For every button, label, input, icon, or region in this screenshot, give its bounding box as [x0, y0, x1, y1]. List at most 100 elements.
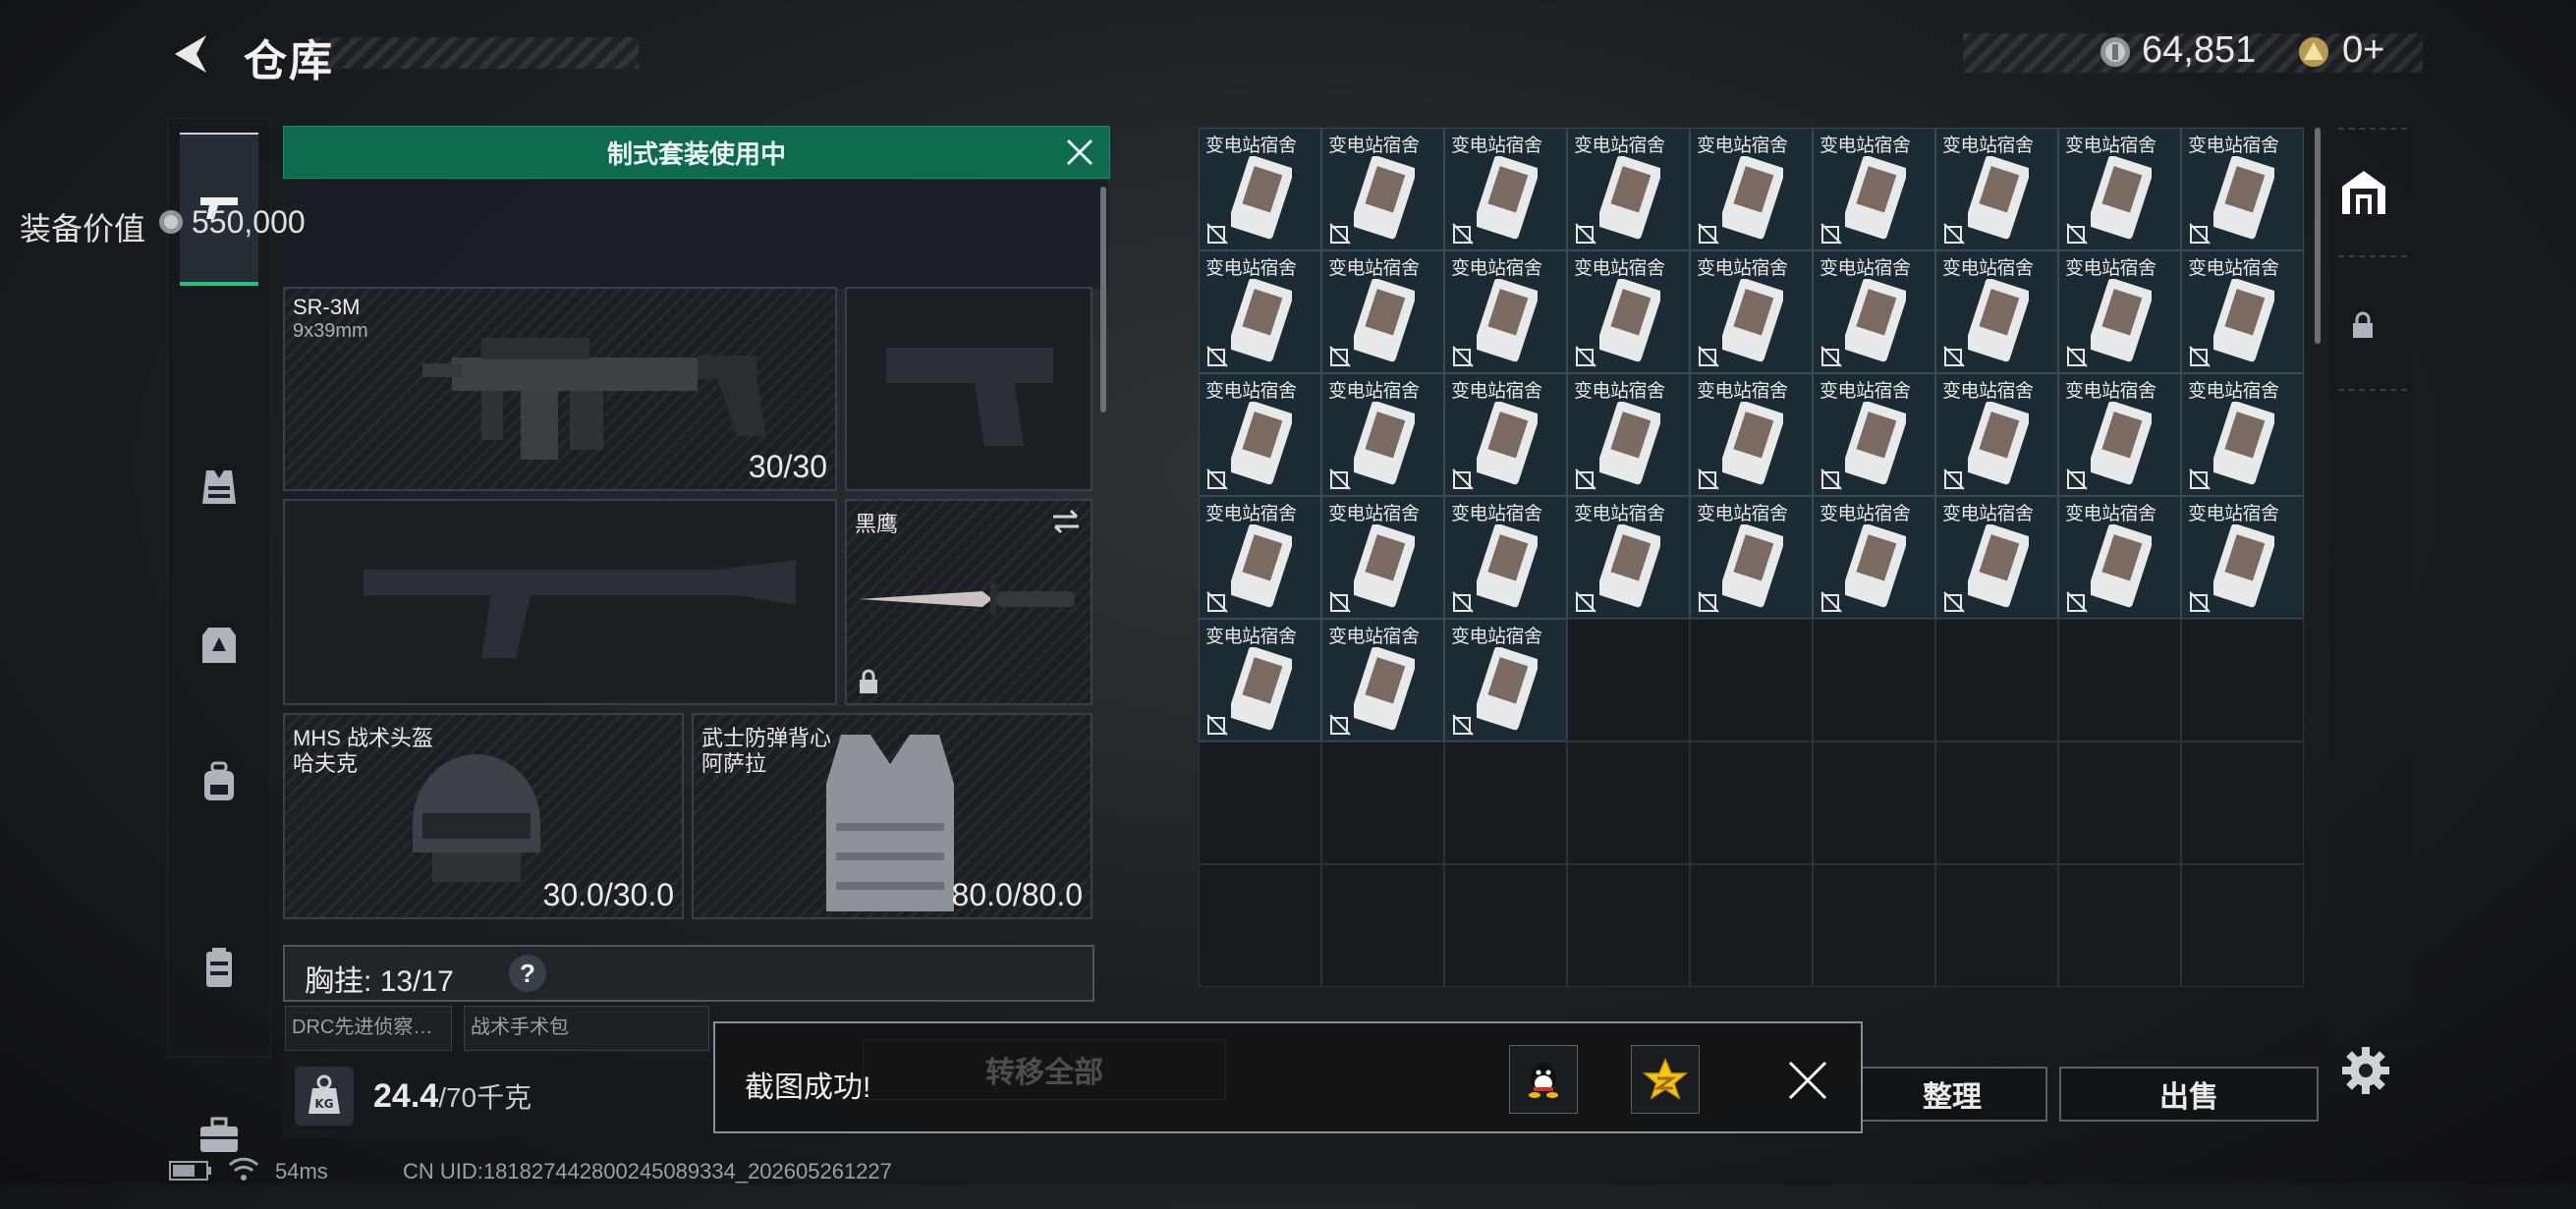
- nav-armor[interactable]: [180, 571, 258, 718]
- stash-item[interactable]: 变电站宿舍: [1813, 250, 1935, 373]
- stash-item[interactable]: 变电站宿舍: [1444, 496, 1567, 619]
- stash-item[interactable]: 变电站宿舍: [1444, 619, 1567, 742]
- stash-item[interactable]: 变电站宿舍: [1567, 373, 1690, 496]
- stash-item[interactable]: 变电站宿舍: [2058, 496, 2181, 619]
- stash-item[interactable]: 变电站宿舍: [1321, 373, 1444, 496]
- gear-icon[interactable]: [2338, 1043, 2393, 1098]
- nav-toolbox[interactable]: [180, 1062, 258, 1209]
- stash-empty-cell[interactable]: [2058, 864, 2181, 987]
- stash-empty-cell[interactable]: [1690, 864, 1813, 987]
- armor-slot[interactable]: 武士防弹背心 阿萨拉 80.0/80.0: [692, 713, 1092, 919]
- stash-empty-cell[interactable]: [1813, 742, 1935, 864]
- stash-empty-cell[interactable]: [1321, 864, 1444, 987]
- stash-empty-cell[interactable]: [1813, 864, 1935, 987]
- chest-rig-row[interactable]: 胸挂: 13/17 ?: [283, 945, 1094, 1002]
- stash-item[interactable]: 变电站宿舍: [1690, 250, 1813, 373]
- stash-tab-icon[interactable]: [2336, 165, 2391, 220]
- swap-icon[interactable]: [1049, 507, 1083, 536]
- stash-scrollbar[interactable]: [2315, 128, 2321, 344]
- primary-weapon-slot[interactable]: SR-3M 9x39mm 30/30: [283, 287, 837, 491]
- stash-empty-cell[interactable]: [1567, 742, 1690, 864]
- back-arrow-icon[interactable]: [167, 29, 216, 79]
- nav-case[interactable]: [180, 895, 258, 1042]
- stash-empty-cell[interactable]: [1935, 864, 2058, 987]
- stash-item[interactable]: 变电站宿舍: [1444, 128, 1567, 250]
- stash-empty-cell[interactable]: [1199, 864, 1321, 987]
- stash-empty-cell[interactable]: [1444, 742, 1567, 864]
- stash-empty-cell[interactable]: [2058, 619, 2181, 742]
- rig-item[interactable]: 战术手术包: [464, 1006, 709, 1051]
- keycard-icon: [1722, 156, 1783, 240]
- stash-item[interactable]: 变电站宿舍: [2181, 250, 2304, 373]
- stash-item[interactable]: 变电站宿舍: [1813, 496, 1935, 619]
- item-name: 变电站宿舍: [2065, 504, 2156, 524]
- stash-item[interactable]: 变电站宿舍: [1199, 619, 1321, 742]
- stash-empty-cell[interactable]: [1935, 619, 2058, 742]
- item-name: 变电站宿舍: [1574, 136, 1665, 156]
- nav-backpack[interactable]: [180, 708, 258, 855]
- stash-empty-cell[interactable]: [1935, 742, 2058, 864]
- stash-empty-cell[interactable]: [1567, 619, 1690, 742]
- loadout-scrollbar[interactable]: [1100, 187, 1106, 412]
- stash-item[interactable]: 变电站宿舍: [1199, 496, 1321, 619]
- melee-slot[interactable]: 黑鹰: [845, 499, 1092, 705]
- locked-tab-icon[interactable]: [2350, 310, 2376, 340]
- stash-empty-cell[interactable]: [1567, 864, 1690, 987]
- gold-add-button[interactable]: +: [2363, 29, 2384, 71]
- stash-item[interactable]: 变电站宿舍: [1935, 250, 2058, 373]
- stash-item[interactable]: 变电站宿舍: [2181, 373, 2304, 496]
- stash-item[interactable]: 变电站宿舍: [1321, 250, 1444, 373]
- share-qzone-button[interactable]: [1631, 1045, 1700, 1114]
- stash-empty-cell[interactable]: [1813, 619, 1935, 742]
- stash-item[interactable]: 变电站宿舍: [1199, 373, 1321, 496]
- rig-item[interactable]: DRC先进侦察…: [285, 1006, 452, 1051]
- stash-item[interactable]: 变电站宿舍: [1813, 373, 1935, 496]
- stash-item[interactable]: 变电站宿舍: [1935, 128, 2058, 250]
- close-icon[interactable]: [1064, 137, 1095, 168]
- stash-item[interactable]: 变电站宿舍: [1321, 128, 1444, 250]
- stash-empty-cell[interactable]: [1690, 619, 1813, 742]
- sort-button[interactable]: 整理: [1857, 1067, 2047, 1122]
- stash-empty-cell[interactable]: [1321, 742, 1444, 864]
- help-button[interactable]: ?: [509, 955, 546, 992]
- share-qq-button[interactable]: [1509, 1045, 1578, 1114]
- screenshot-toast: 转移全部 截图成功!: [713, 1021, 1863, 1133]
- sell-button[interactable]: 出售: [2059, 1067, 2319, 1122]
- stash-item[interactable]: 变电站宿舍: [1935, 496, 2058, 619]
- stash-item[interactable]: 变电站宿舍: [1321, 496, 1444, 619]
- stash-empty-cell[interactable]: [1199, 742, 1321, 864]
- stash-item[interactable]: 变电站宿舍: [1567, 496, 1690, 619]
- stash-item[interactable]: 变电站宿舍: [1199, 128, 1321, 250]
- stash-item[interactable]: 变电站宿舍: [2181, 496, 2304, 619]
- no-trade-icon: [1698, 223, 1719, 245]
- nav-chest-rig[interactable]: [180, 413, 258, 561]
- stash-item[interactable]: 变电站宿舍: [1690, 128, 1813, 250]
- stash-empty-cell[interactable]: [1690, 742, 1813, 864]
- stash-empty-cell[interactable]: [1444, 864, 1567, 987]
- stash-item[interactable]: 变电站宿舍: [1690, 496, 1813, 619]
- stash-item[interactable]: 变电站宿舍: [1321, 619, 1444, 742]
- stash-empty-cell[interactable]: [2058, 742, 2181, 864]
- stash-item[interactable]: 变电站宿舍: [2181, 128, 2304, 250]
- transfer-all-button[interactable]: 转移全部: [863, 1039, 1226, 1100]
- no-trade-icon: [2189, 468, 2211, 490]
- stash-item[interactable]: 变电站宿舍: [2058, 373, 2181, 496]
- close-icon[interactable]: [1784, 1057, 1831, 1104]
- stash-item[interactable]: 变电站宿舍: [1690, 373, 1813, 496]
- stash-empty-cell[interactable]: [2181, 619, 2304, 742]
- stash-item[interactable]: 变电站宿舍: [2058, 250, 2181, 373]
- secondary-weapon-slot[interactable]: [283, 499, 837, 705]
- stash-item[interactable]: 变电站宿舍: [2058, 128, 2181, 250]
- stash-item[interactable]: 变电站宿舍: [1567, 250, 1690, 373]
- stash-item[interactable]: 变电站宿舍: [1444, 250, 1567, 373]
- stash-item[interactable]: 变电站宿舍: [1813, 128, 1935, 250]
- stash-item[interactable]: 变电站宿舍: [1199, 250, 1321, 373]
- stash-item[interactable]: 变电站宿舍: [1935, 373, 2058, 496]
- gold-balance[interactable]: 0+: [2342, 29, 2384, 72]
- pistol-slot[interactable]: [845, 287, 1092, 491]
- helmet-slot[interactable]: MHS 战术头盔 哈夫克 30.0/30.0: [283, 713, 684, 919]
- stash-empty-cell[interactable]: [2181, 742, 2304, 864]
- stash-item[interactable]: 变电站宿舍: [1444, 373, 1567, 496]
- stash-item[interactable]: 变电站宿舍: [1567, 128, 1690, 250]
- stash-empty-cell[interactable]: [2181, 864, 2304, 987]
